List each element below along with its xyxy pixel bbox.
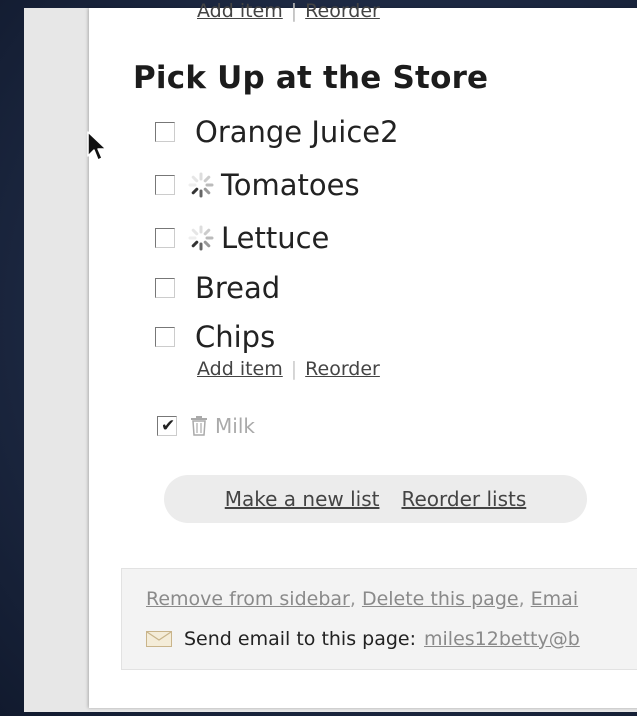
comma-separator: , — [518, 588, 531, 610]
footer-links: Remove from sidebar, Delete this page, E… — [146, 588, 578, 610]
delete-page-link[interactable]: Delete this page — [362, 588, 519, 610]
remove-from-sidebar-link[interactable]: Remove from sidebar — [146, 588, 350, 610]
list-item: Lettuce — [155, 220, 329, 256]
list-item: Bread — [155, 270, 280, 306]
check-mark-icon: ✔ — [161, 416, 176, 436]
mouse-pointer-icon — [87, 131, 107, 161]
completed-item: ✔ Milk — [157, 414, 255, 438]
page-email-address[interactable]: miles12betty@b — [424, 628, 580, 650]
top-item-links: Add item | Reorder — [197, 0, 380, 22]
make-new-list-link[interactable]: Make a new list — [225, 487, 380, 511]
comma-separator: , — [349, 588, 362, 610]
item-label: Chips — [195, 320, 276, 354]
loading-spinner-icon — [188, 172, 214, 198]
reorder-lists-link[interactable]: Reorder lists — [401, 487, 526, 511]
link-separator: | — [290, 358, 298, 380]
list-item: Orange Juice2 — [155, 114, 399, 150]
page-footer: Remove from sidebar, Delete this page, E… — [121, 568, 637, 670]
list-actions-bar: Make a new list Reorder lists — [164, 475, 587, 523]
list-item: Tomatoes — [155, 167, 360, 203]
completed-item-label: Milk — [215, 414, 255, 438]
email-link[interactable]: Emai — [531, 588, 578, 610]
list-title: Pick Up at the Store — [133, 60, 489, 96]
item-checkbox[interactable] — [155, 122, 175, 142]
top-add-item-link[interactable]: Add item — [197, 0, 283, 22]
send-email-label: Send email to this page: — [184, 628, 417, 650]
completed-item-checkbox[interactable]: ✔ — [157, 416, 177, 436]
add-item-link[interactable]: Add item — [197, 358, 283, 380]
list-item: Chips — [155, 319, 275, 355]
trash-icon[interactable] — [189, 415, 209, 437]
envelope-icon — [146, 631, 172, 647]
item-label: Bread — [195, 271, 281, 305]
send-email-row: Send email to this page: miles12betty@b — [146, 628, 580, 650]
item-checkbox[interactable] — [155, 278, 175, 298]
item-label: Tomatoes — [221, 168, 360, 202]
list-page: Add item | Reorder Pick Up at the Store Or… — [89, 0, 637, 708]
loading-spinner-icon — [188, 225, 214, 251]
item-checkbox[interactable] — [155, 228, 175, 248]
top-reorder-link[interactable]: Reorder — [305, 0, 380, 22]
item-checkbox[interactable] — [155, 175, 175, 195]
link-separator: | — [290, 0, 298, 22]
item-checkbox[interactable] — [155, 327, 175, 347]
item-label: Orange Juice2 — [195, 115, 399, 149]
reorder-link[interactable]: Reorder — [305, 358, 380, 380]
item-label: Lettuce — [221, 221, 330, 255]
item-links: Add item | Reorder — [197, 358, 380, 380]
